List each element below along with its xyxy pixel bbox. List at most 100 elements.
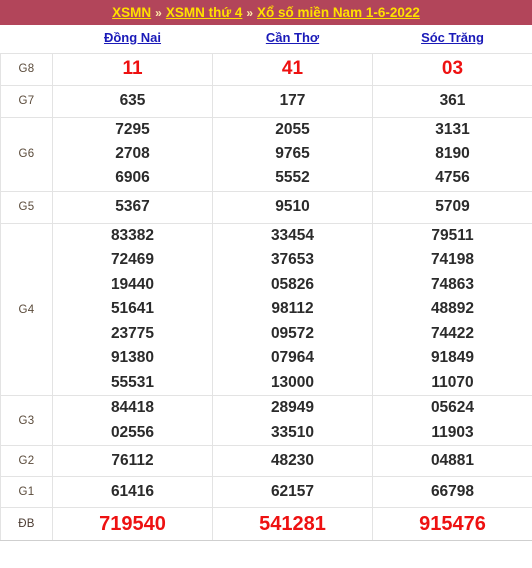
number: 84418: [110, 399, 155, 417]
province-header-soc-trang: Sóc Trăng: [373, 25, 532, 53]
number: 48892: [430, 300, 475, 318]
number: 9765: [275, 144, 310, 162]
prize-value-g6-can-tho: 2055 9765 5552: [212, 116, 373, 192]
number: 74198: [430, 251, 475, 269]
page-title-bar: XSMN » XSMN thứ 4 » Xổ số miền Nam 1-6-2…: [0, 0, 532, 25]
prize-value-g8-dong-nai: 11: [52, 52, 213, 86]
number: 23775: [110, 324, 155, 342]
prize-value-g4-dong-nai: 83382 72469 19440 51641 23775 91380 5553…: [52, 222, 213, 397]
table-row-g6: G6 7295 2708 6906 2055 9765 5552 3131 81…: [0, 116, 532, 192]
prize-value-g1-dong-nai: 61416: [52, 476, 213, 509]
prize-label-g1: G1: [0, 476, 53, 509]
number: 33510: [270, 423, 315, 441]
number: 91380: [110, 349, 155, 367]
number: 28949: [270, 399, 315, 417]
table-row-g7: G7 635 177 361: [0, 84, 532, 118]
prize-label-db: ĐB: [0, 507, 53, 542]
lottery-results-page: XSMN » XSMN thứ 4 » Xổ số miền Nam 1-6-2…: [0, 0, 532, 568]
number: 03: [441, 57, 464, 79]
table-row-g5: G5 5367 9510 5709: [0, 190, 532, 224]
header-corner-cell: [1, 25, 53, 53]
number: 72469: [110, 251, 155, 269]
number: 48230: [270, 452, 315, 470]
number: 79511: [431, 226, 474, 244]
number: 2708: [115, 144, 150, 162]
number: 6906: [115, 169, 150, 187]
lottery-results-table: Đồng Nai Cần Thơ Sóc Trăng G8 11 41 03 G…: [0, 25, 532, 542]
number: 915476: [419, 512, 486, 535]
number: 8190: [435, 144, 470, 162]
prize-label-g8: G8: [0, 52, 53, 86]
number: 635: [119, 91, 146, 109]
prize-value-g6-dong-nai: 7295 2708 6906: [52, 116, 213, 192]
number: 04881: [430, 452, 475, 470]
breadcrumb-link-xsmn-thu-4[interactable]: XSMN thứ 4: [166, 6, 243, 20]
number: 3131: [435, 120, 470, 138]
prize-value-g7-soc-trang: 361: [372, 84, 532, 118]
breadcrumb-link-xsmn[interactable]: XSMN: [112, 6, 151, 20]
prize-label-g2: G2: [0, 445, 53, 478]
province-link-soc-trang[interactable]: Sóc Trăng: [421, 30, 484, 45]
prize-value-g2-can-tho: 48230: [212, 445, 373, 478]
prize-value-g4-soc-trang: 79511 74198 74863 48892 74422 91849 1107…: [372, 222, 532, 397]
number: 9510: [275, 198, 310, 216]
province-link-can-tho[interactable]: Cần Thơ: [266, 30, 319, 45]
prize-value-g6-soc-trang: 3131 8190 4756: [372, 116, 532, 192]
number: 05624: [430, 399, 475, 417]
number: 361: [439, 91, 466, 109]
number: 09572: [270, 324, 315, 342]
table-header-row: Đồng Nai Cần Thơ Sóc Trăng: [1, 25, 532, 53]
number: 19440: [110, 275, 155, 293]
prize-value-g3-soc-trang: 05624 11903: [372, 395, 532, 447]
prize-label-g7: G7: [0, 84, 53, 118]
number: 11070: [431, 373, 474, 391]
number: 66798: [430, 483, 475, 501]
breadcrumb-separator: »: [246, 5, 254, 20]
province-link-dong-nai[interactable]: Đồng Nai: [104, 30, 161, 45]
prize-label-g5: G5: [0, 190, 53, 224]
number: 83382: [110, 226, 155, 244]
prize-label-g3: G3: [0, 395, 53, 447]
prize-value-g1-soc-trang: 66798: [372, 476, 532, 509]
prize-value-db-soc-trang: 915476: [372, 507, 532, 542]
table-row-g2: G2 76112 48230 04881: [0, 445, 532, 478]
number: 4756: [435, 169, 470, 187]
prize-value-g4-can-tho: 33454 37653 05826 98112 09572 07964 1300…: [212, 222, 373, 397]
number: 05826: [270, 275, 315, 293]
prize-value-g7-can-tho: 177: [212, 84, 373, 118]
number: 5552: [275, 169, 310, 187]
number: 2055: [275, 120, 310, 138]
number: 61416: [110, 483, 155, 501]
number: 62157: [270, 483, 315, 501]
prize-value-g2-soc-trang: 04881: [372, 445, 532, 478]
number: 11903: [431, 423, 474, 441]
table-row-g3: G3 84418 02556 28949 33510 05624 11903: [0, 395, 532, 447]
breadcrumb: XSMN » XSMN thứ 4 » Xổ số miền Nam 1-6-2…: [112, 6, 420, 20]
prize-value-g7-dong-nai: 635: [52, 84, 213, 118]
number: 91849: [430, 349, 475, 367]
number: 5367: [115, 198, 150, 216]
prize-value-g5-soc-trang: 5709: [372, 190, 532, 224]
number: 7295: [115, 120, 150, 138]
prize-label-g6: G6: [0, 116, 53, 192]
number: 33454: [270, 226, 315, 244]
number: 98112: [271, 300, 314, 318]
number: 11: [122, 57, 143, 79]
table-row-db: ĐB 719540 541281 915476: [0, 507, 532, 542]
number: 13000: [270, 373, 315, 391]
province-header-dong-nai: Đồng Nai: [53, 25, 213, 53]
number: 37653: [270, 251, 315, 269]
table-row-g4: G4 83382 72469 19440 51641 23775 91380 5…: [0, 222, 532, 397]
prize-label-g4: G4: [0, 222, 53, 397]
number: 74422: [430, 324, 475, 342]
number: 07964: [270, 349, 315, 367]
prize-value-g5-dong-nai: 5367: [52, 190, 213, 224]
number: 51641: [110, 300, 155, 318]
breadcrumb-link-xo-so-mien-nam-date[interactable]: Xổ số miền Nam 1-6-2022: [257, 6, 420, 20]
prize-value-g1-can-tho: 62157: [212, 476, 373, 509]
prize-value-g8-can-tho: 41: [212, 52, 373, 86]
prize-value-g5-can-tho: 9510: [212, 190, 373, 224]
number: 719540: [99, 512, 166, 535]
prize-value-g8-soc-trang: 03: [372, 52, 532, 86]
table-row-g1: G1 61416 62157 66798: [0, 476, 532, 509]
